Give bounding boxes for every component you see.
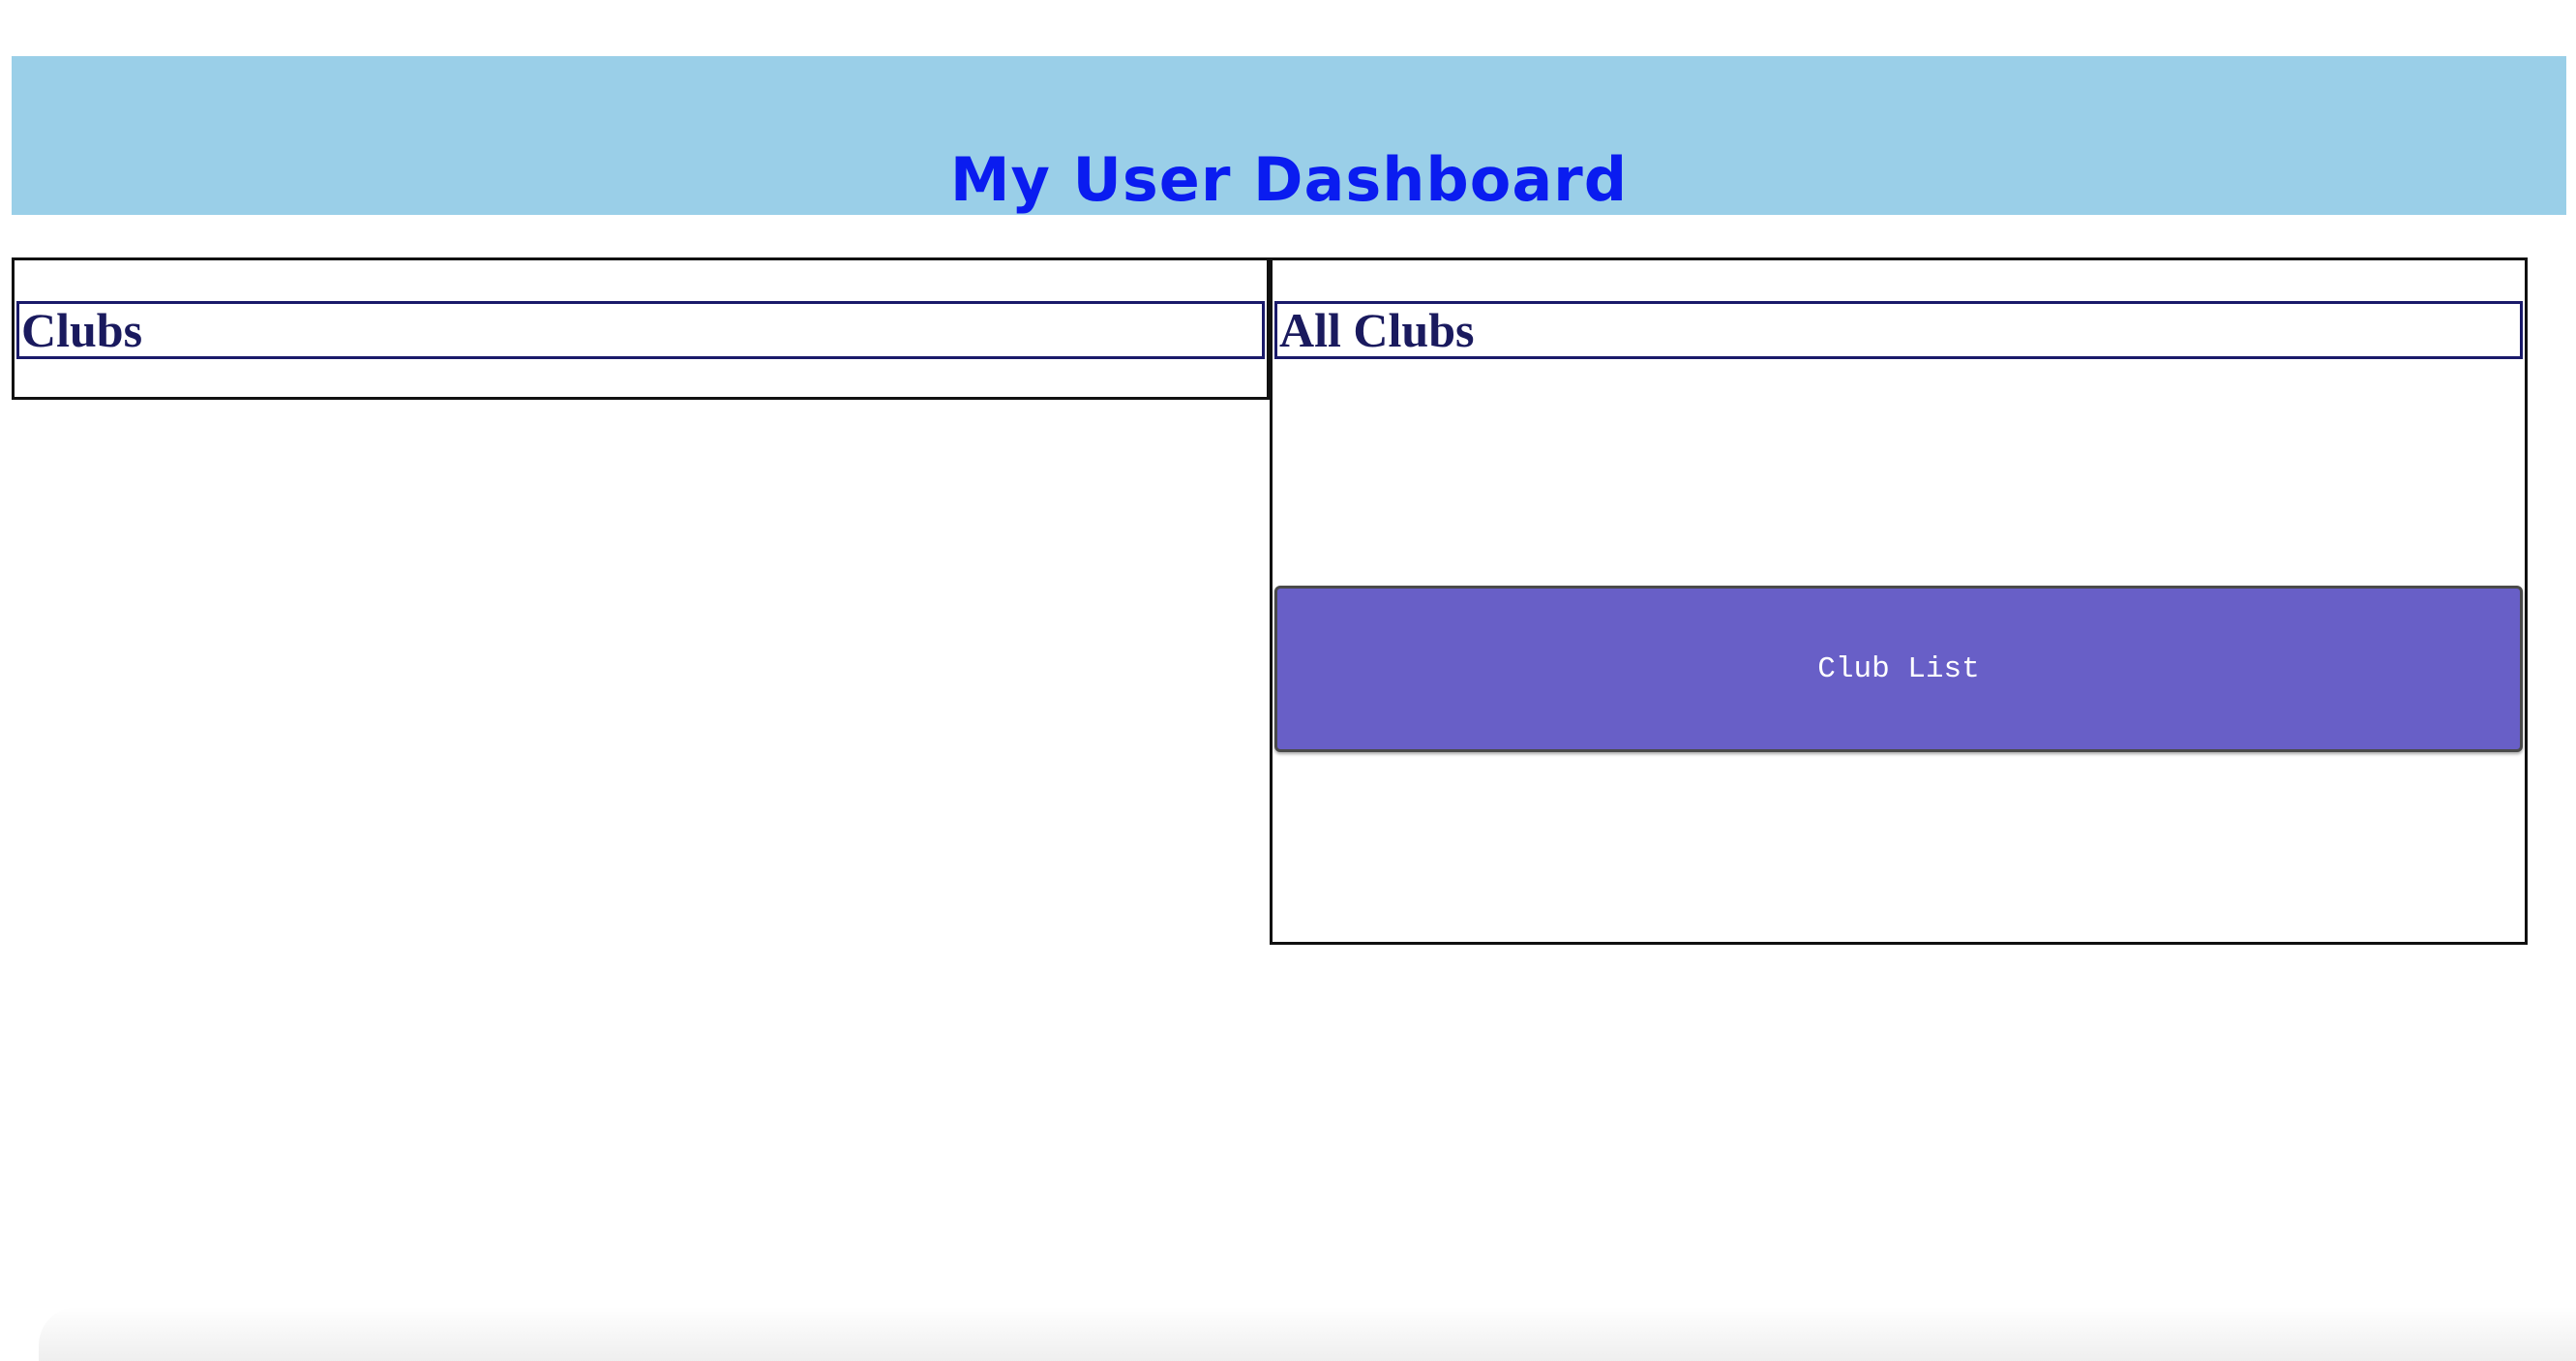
clubs-panel: Clubs	[12, 257, 1270, 400]
all-clubs-panel: All Clubs Club List	[1270, 257, 2528, 945]
window-bottom-shadow	[39, 1307, 2576, 1361]
club-list-button[interactable]: Club List	[1274, 586, 2523, 752]
clubs-heading: Clubs	[16, 301, 1265, 359]
page-title: My User Dashboard	[949, 144, 1629, 215]
all-clubs-heading: All Clubs	[1274, 301, 2523, 359]
page-header: My User Dashboard	[12, 56, 2566, 215]
